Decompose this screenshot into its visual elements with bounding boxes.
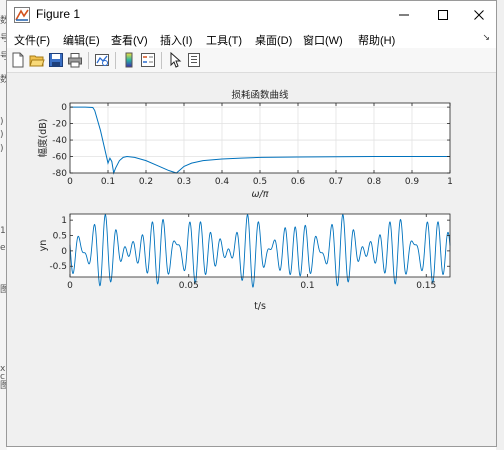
edit-plot-pointer-icon[interactable] <box>167 52 183 68</box>
new-figure-icon[interactable] <box>10 52 26 68</box>
signal-chart-y-tick-label: 0 <box>61 247 67 257</box>
menu-bar: 文件(F) 编辑(E) 查看(V) 插入(I) 工具(T) 桌面(D) 窗口(W… <box>7 29 496 48</box>
menu-insert[interactable]: 插入(I) <box>160 32 192 48</box>
menu-help[interactable]: 帮助(H) <box>358 32 395 48</box>
signal-chart-x-tick-label: 0.05 <box>179 281 199 291</box>
signal-chart-y-tick-label: 1 <box>61 216 67 226</box>
title-bar[interactable]: Figure 1 <box>7 1 496 29</box>
figure-window: Figure 1 文件(F) 编辑(E) 查看(V) 插入(I) 工具(T) 桌… <box>6 0 497 447</box>
figure-toolbar <box>7 48 496 73</box>
close-button[interactable] <box>459 1 499 29</box>
maximize-icon <box>438 10 448 20</box>
signal-chart-y-axis-label: yn <box>38 240 49 252</box>
minimize-button[interactable] <box>384 1 424 29</box>
background-text-fragment: 1 <box>0 226 6 236</box>
background-text-fragment: ) <box>0 144 4 154</box>
menu-edit[interactable]: 编辑(E) <box>63 32 100 48</box>
minimize-icon <box>399 14 409 16</box>
menu-file[interactable]: 文件(F) <box>14 32 50 48</box>
loss-chart-x-tick-label: 0.3 <box>177 177 191 187</box>
loss-chart-y-tick-label: -40 <box>52 136 67 146</box>
insert-colorbar-icon[interactable] <box>121 52 137 68</box>
menu-overflow-icon[interactable]: ↘ <box>482 33 490 43</box>
signal-chart-y-tick-label: -0.5 <box>49 262 67 272</box>
loss-chart-x-tick-label: 0.4 <box>215 177 230 187</box>
link-plot-icon[interactable] <box>94 52 110 68</box>
loss-chart-x-tick-label: 0.7 <box>329 177 343 187</box>
signal-chart-x-tick-label: 0.15 <box>416 281 436 291</box>
menu-view[interactable]: 查看(V) <box>111 32 148 48</box>
loss-chart-x-tick-label: 0.5 <box>253 177 267 187</box>
loss-chart-x-tick-label: 0.1 <box>101 177 115 187</box>
loss-chart-y-axis-label: 幅度(dB) <box>37 119 49 158</box>
signal-chart-x-axis-label: t/s <box>254 301 266 312</box>
save-icon[interactable] <box>48 52 64 68</box>
loss-chart-x-tick-label: 0.2 <box>139 177 153 187</box>
toolbar-separator <box>88 52 89 69</box>
close-icon <box>474 10 484 20</box>
toolbar-separator <box>115 52 116 69</box>
property-inspector-icon[interactable] <box>186 52 202 68</box>
figure-canvas: 0 0.1 0.2 0.3 0.4 0.5 0.6 0.7 0.8 0.9 1 0 -20 -40 -60 -… <box>37 89 453 312</box>
signal-chart-x-tick-label: 0 <box>67 281 73 291</box>
matlab-figure-icon <box>14 7 30 23</box>
menu-tools[interactable]: 工具(T) <box>206 32 242 48</box>
loss-chart-x-tick-label: 1 <box>447 177 453 187</box>
loss-chart-x-tick-label: 0.9 <box>405 177 420 187</box>
loss-chart-x-axis-label: ω/π <box>252 189 269 200</box>
loss-chart-x-tick-label: 0.6 <box>291 177 306 187</box>
loss-chart-x-tick-label: 0 <box>67 177 73 187</box>
loss-chart-y-tick-label: 0 <box>61 103 67 113</box>
window-title: Figure 1 <box>36 7 81 21</box>
menu-desktop[interactable]: 桌面(D) <box>255 32 292 48</box>
background-text-fragment: ) <box>0 130 4 140</box>
loss-chart-y-tick-label: -20 <box>52 120 67 130</box>
background-text-fragment: ) <box>0 117 4 127</box>
loss-chart-y-tick-label: -80 <box>52 169 67 179</box>
insert-legend-icon[interactable] <box>140 52 156 68</box>
loss-chart-y-tick-label: -60 <box>52 153 67 163</box>
maximize-button[interactable] <box>423 1 463 29</box>
toolbar-separator <box>161 52 162 69</box>
menu-window[interactable]: 窗口(W) <box>303 32 343 48</box>
signal-chart-y-tick-label: 0.5 <box>53 232 67 242</box>
loss-chart-x-tick-label: 0.8 <box>367 177 382 187</box>
signal-chart-x-tick-label: 0.1 <box>300 281 314 291</box>
open-file-icon[interactable] <box>29 52 45 68</box>
background-text-fragment: e <box>0 243 6 253</box>
print-icon[interactable] <box>67 52 83 68</box>
background-right-strip <box>496 0 504 450</box>
loss-chart-title: 损耗函数曲线 <box>231 89 289 101</box>
